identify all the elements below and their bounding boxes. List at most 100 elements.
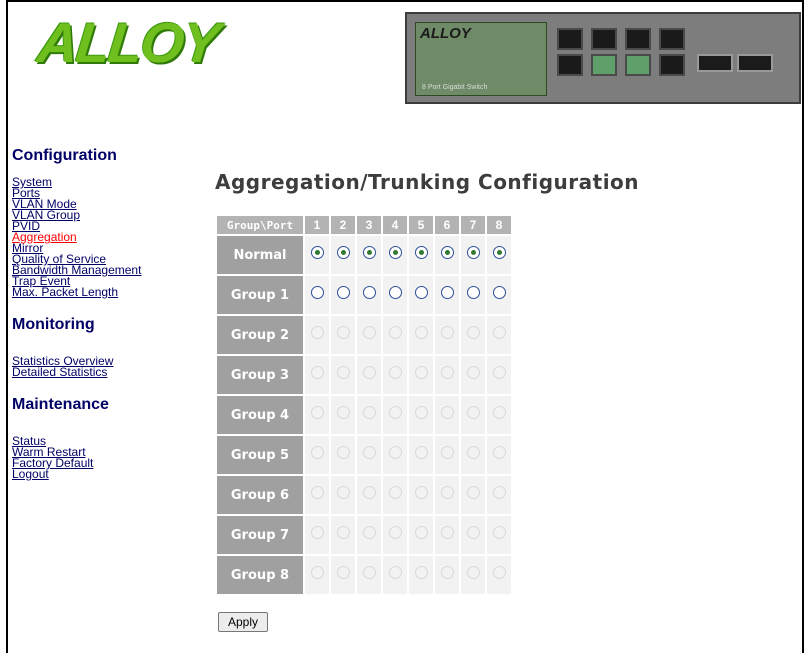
port-cell	[383, 356, 407, 394]
port-cell	[461, 276, 485, 314]
radio-button	[362, 526, 376, 539]
port-cell	[409, 236, 433, 274]
nav-link-detailed-statistics[interactable]: Detailed Statistics	[12, 366, 198, 378]
port-cell	[409, 516, 433, 554]
radio-button	[466, 486, 480, 499]
table-row: Group 5	[217, 436, 511, 474]
radio-button	[336, 526, 350, 539]
radio-button	[388, 366, 402, 379]
radio-button[interactable]	[362, 286, 376, 299]
port-cell	[357, 436, 381, 474]
port-cell	[357, 276, 381, 314]
port-cell	[357, 476, 381, 514]
port-cell	[461, 236, 485, 274]
table-header-row: Group\Port 12345678	[217, 216, 511, 234]
radio-button	[440, 366, 454, 379]
radio-button	[362, 486, 376, 499]
main-content: Aggregation/Trunking Configuration Group…	[215, 170, 639, 632]
port-header-2: 2	[331, 216, 355, 234]
radio-button	[466, 566, 480, 579]
radio-button	[492, 326, 506, 339]
switch-device-image: ALLOY 8 Port Gigabit Switch	[405, 12, 801, 104]
radio-button	[414, 566, 428, 579]
port-cell	[331, 516, 355, 554]
radio-button	[414, 526, 428, 539]
radio-button[interactable]	[440, 246, 454, 259]
port-cell	[331, 476, 355, 514]
radio-button	[492, 366, 506, 379]
radio-button[interactable]	[466, 246, 480, 259]
nav-link-logout[interactable]: Logout	[12, 468, 198, 480]
port-cell	[383, 476, 407, 514]
port-cell	[305, 516, 329, 554]
radio-button	[310, 446, 324, 459]
port-cell	[331, 356, 355, 394]
header: ALLOY ALLOY 8 Port Gigabit Switch	[8, 2, 802, 120]
port-header-3: 3	[357, 216, 381, 234]
radio-button[interactable]	[336, 286, 350, 299]
device-front-panel: ALLOY 8 Port Gigabit Switch	[415, 22, 547, 96]
port-cell	[331, 396, 355, 434]
radio-button	[310, 406, 324, 419]
row-label: Group 1	[217, 276, 303, 314]
radio-button[interactable]	[414, 286, 428, 299]
port-cell	[331, 556, 355, 594]
radio-button[interactable]	[388, 286, 402, 299]
radio-button	[388, 326, 402, 339]
alloy-logo: ALLOY	[34, 11, 222, 74]
port-cell	[487, 356, 511, 394]
radio-button	[388, 486, 402, 499]
nav-link-max-packet-length[interactable]: Max. Packet Length	[12, 286, 198, 298]
radio-button	[336, 406, 350, 419]
radio-button	[466, 406, 480, 419]
aggregation-table: Group\Port 12345678 Normal Group 1 Group 2…	[215, 214, 513, 596]
port-header-1: 1	[305, 216, 329, 234]
radio-button[interactable]	[440, 286, 454, 299]
radio-button[interactable]	[310, 246, 324, 259]
apply-button[interactable]: Apply	[218, 612, 269, 632]
rj45-port-icon	[659, 28, 685, 50]
radio-button	[310, 486, 324, 499]
radio-button[interactable]	[388, 246, 402, 259]
port-cell	[383, 436, 407, 474]
port-cell	[461, 356, 485, 394]
radio-button[interactable]	[310, 286, 324, 299]
port-cell	[409, 276, 433, 314]
port-header-4: 4	[383, 216, 407, 234]
radio-button	[310, 526, 324, 539]
sidebar-nav: Configuration System Ports VLAN Mode VLAN G…	[8, 147, 198, 480]
radio-button	[440, 406, 454, 419]
port-cell	[409, 356, 433, 394]
port-cell	[383, 316, 407, 354]
radio-button	[362, 446, 376, 459]
row-label: Group 5	[217, 436, 303, 474]
table-row: Group 8	[217, 556, 511, 594]
radio-button[interactable]	[414, 246, 428, 259]
radio-button	[310, 566, 324, 579]
row-label: Group 8	[217, 556, 303, 594]
row-label: Group 6	[217, 476, 303, 514]
port-cell	[435, 316, 459, 354]
port-cell	[435, 396, 459, 434]
radio-button[interactable]	[492, 246, 506, 259]
radio-button	[362, 406, 376, 419]
port-cell	[461, 476, 485, 514]
port-cell	[305, 276, 329, 314]
radio-button[interactable]	[362, 246, 376, 259]
port-cell	[383, 396, 407, 434]
radio-button[interactable]	[466, 286, 480, 299]
port-cell	[461, 516, 485, 554]
corner-header: Group\Port	[217, 216, 303, 234]
page-frame: ALLOY ALLOY 8 Port Gigabit Switch Config…	[6, 0, 804, 653]
radio-button[interactable]	[336, 246, 350, 259]
radio-button[interactable]	[492, 286, 506, 299]
rj45-port-icon	[557, 28, 583, 50]
radio-button	[336, 566, 350, 579]
rj45-port-icon	[591, 54, 617, 76]
radio-button	[440, 326, 454, 339]
port-cell	[435, 236, 459, 274]
radio-button	[414, 366, 428, 379]
radio-button	[362, 566, 376, 579]
port-cell	[305, 436, 329, 474]
port-header-5: 5	[409, 216, 433, 234]
